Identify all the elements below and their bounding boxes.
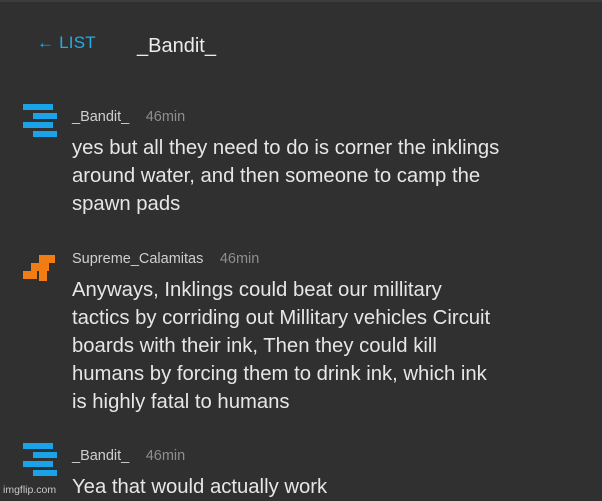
message-meta: Supreme_Calamitas 46min xyxy=(72,250,259,270)
back-to-list-button[interactable]: ← LIST xyxy=(37,33,96,53)
username-link[interactable]: Supreme_Calamitas xyxy=(72,251,203,267)
chat-header: ← LIST _Bandit_ xyxy=(0,0,602,80)
message-time: 46min xyxy=(145,448,186,464)
blue-blocky-avatar-icon[interactable] xyxy=(21,102,61,147)
message-text: Anyways, Inklings could beat our millita… xyxy=(72,279,491,413)
blue-blocky-avatar-icon[interactable] xyxy=(21,441,61,486)
username-link[interactable]: _Bandit_ xyxy=(72,448,129,464)
message-text: yes but all they need to do is corner th… xyxy=(72,137,500,215)
message-text: Yea that would actually work xyxy=(72,476,328,498)
message-meta: _Bandit_ 46min xyxy=(72,447,185,467)
message-time: 46min xyxy=(219,251,260,267)
watermark: imgflip.com xyxy=(3,484,57,496)
orange-blocky-avatar-icon[interactable] xyxy=(21,252,61,291)
username-link[interactable]: _Bandit_ xyxy=(72,109,129,125)
message-time: 46min xyxy=(145,109,186,125)
conversation-title: _Bandit_ xyxy=(137,35,216,57)
message-meta: _Bandit_ 46min xyxy=(72,108,185,128)
